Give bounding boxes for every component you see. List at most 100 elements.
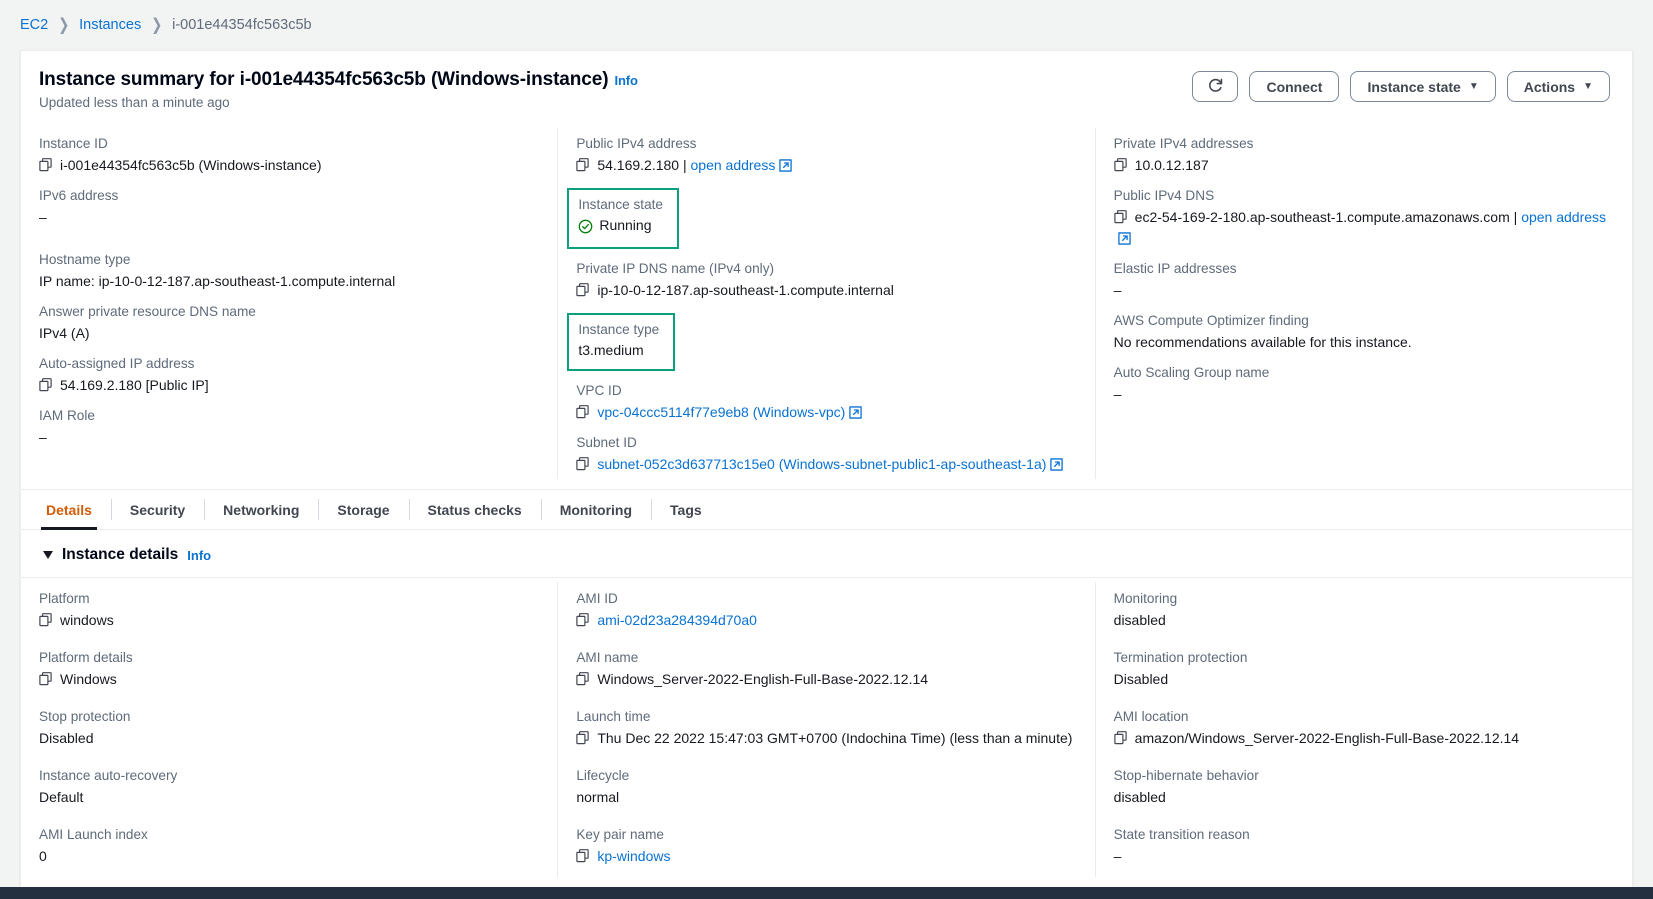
instance-details-grid: Platform windows Platform details Windows St… [21,578,1632,877]
updated-timestamp: Updated less than a minute ago [39,95,230,110]
actions-dropdown[interactable]: Actions ▼ [1506,71,1610,102]
field-label: AMI Launch index [39,827,148,842]
copy-icon[interactable] [576,671,590,686]
copy-icon[interactable] [576,157,590,172]
value-separator: | [679,157,691,173]
field-label: Instance state [578,197,663,212]
open-address-link[interactable]: open address [1521,209,1606,225]
field-detail-ami-location: AMI location amazon/Windows_Server-2022-E… [1114,700,1616,759]
tab-details[interactable]: Details [27,490,111,530]
external-link-icon[interactable] [1117,230,1131,245]
field-value[interactable]: vpc-04ccc5114f77e9eb8 (Windows-vpc) [576,402,1078,423]
field-value-text: – [1113,282,1122,298]
field-detail-ami-launch-index: AMI Launch index 0 [39,818,541,877]
field-value-text: windows [60,612,114,628]
field-summary-instance-type: Instance type t3.medium [567,305,1078,375]
instance-state-dropdown[interactable]: Instance state ▼ [1350,71,1496,102]
field-value-text: Disabled [1113,671,1169,687]
field-value: – [1114,384,1616,405]
footer-strip [0,887,1653,899]
external-link-icon[interactable] [1050,456,1064,471]
collapse-toggle-icon[interactable] [43,551,53,559]
field-value: 10.0.12.187 [1113,155,1616,176]
field-value-text: Default [39,789,84,805]
highlight-box: Instance type t3.medium [567,313,676,371]
actions-dropdown-label: Actions [1523,78,1576,95]
tab-storage[interactable]: Storage [318,490,408,529]
tab-label: Tags [670,501,702,518]
field-value: – [39,207,541,228]
field-value-link[interactable]: vpc-04ccc5114f77e9eb8 (Windows-vpc) [597,404,845,420]
page-title: Instance summary for i-001e44354fc563c5b… [39,69,638,91]
field-label: Subnet ID [576,435,637,450]
tab-networking[interactable]: Networking [204,490,318,529]
field-value-link[interactable]: subnet-052c3d637713c15e0 (Windows-subnet… [597,456,1046,472]
field-detail-lifecycle: Lifecycle normal [576,759,1078,818]
field-value[interactable]: kp-windows [576,846,1078,867]
field-label: Private IPv4 addresses [1113,136,1254,151]
field-detail-ami-id: AMI ID ami-02d23a284394d70a0 [576,582,1078,641]
field-summary-auto-assigned-ip-address: Auto-assigned IP address 54.169.2.180 [Pu… [39,348,541,400]
field-label: Answer private resource DNS name [39,304,256,319]
copy-icon[interactable] [39,612,53,627]
field-label: Public IPv4 DNS [1113,188,1215,203]
field-label: IPv6 address [39,188,119,203]
field-value: Thu Dec 22 2022 15:47:03 GMT+0700 (Indoc… [576,728,1078,749]
summary-column-1: Instance ID i-001e44354fc563c5b (Windows-… [21,128,557,479]
field-value-text: 54.169.2.180 [Public IP] [60,377,209,393]
tab-tags[interactable]: Tags [651,490,721,529]
field-value-link[interactable]: kp-windows [597,848,670,864]
field-value[interactable]: ami-02d23a284394d70a0 [576,610,1078,631]
info-link[interactable]: Info [187,548,211,563]
field-detail-monitoring: Monitoring disabled [1114,582,1616,641]
tab-security[interactable]: Security [110,490,204,529]
field-value-text: Windows_Server-2022-English-Full-Base-20… [597,671,929,687]
external-link-icon[interactable] [779,157,793,172]
breadcrumb-item-instances[interactable]: Instances [79,17,141,33]
field-value: 54.169.2.180 [Public IP] [39,375,541,396]
tab-status-checks[interactable]: Status checks [408,490,541,529]
copy-icon[interactable] [576,730,590,745]
copy-icon[interactable] [576,282,590,297]
field-label: Launch time [576,709,651,724]
refresh-button[interactable] [1192,71,1239,102]
copy-icon[interactable] [1113,730,1128,745]
field-value-link[interactable]: ami-02d23a284394d70a0 [597,612,757,628]
external-link-icon[interactable] [849,404,863,419]
field-value: – [1114,280,1616,301]
field-value: Windows [39,669,541,690]
field-label: Hostname type [39,252,131,267]
field-value: Disabled [39,728,541,749]
copy-icon[interactable] [1113,209,1128,224]
chevron-down-icon: ▼ [1468,80,1479,92]
field-value-text: – [39,209,47,225]
field-value[interactable]: subnet-052c3d637713c15e0 (Windows-subnet… [576,454,1078,475]
field-value: – [39,427,541,448]
section-title: Instance details [62,546,179,563]
field-value-text: 54.169.2.180 [597,157,680,173]
field-value: i-001e44354fc563c5b (Windows-instance) [39,155,541,176]
field-value: disabled [1114,610,1616,631]
copy-icon[interactable] [576,612,590,627]
copy-icon[interactable] [576,404,590,419]
copy-icon[interactable] [576,456,590,471]
field-label: Platform details [39,650,133,665]
field-summary-instance-state: Instance state Running [567,180,1078,253]
field-label: State transition reason [1113,827,1250,842]
tab-monitoring[interactable]: Monitoring [540,490,651,529]
copy-icon[interactable] [39,671,53,686]
copy-icon[interactable] [576,848,590,863]
field-summary-iam-role: IAM Role – [39,400,541,452]
field-label: Key pair name [576,827,664,842]
copy-icon[interactable] [39,377,53,392]
open-address-link[interactable]: open address [691,157,776,173]
field-label: Lifecycle [576,768,630,783]
copy-icon[interactable] [1113,157,1128,172]
field-value-text: – [39,429,47,445]
breadcrumb-item-ec2[interactable]: EC2 [20,17,48,33]
tab-bar: Details Security Networking Storage Status c… [21,489,1632,530]
field-detail-platform-details: Platform details Windows [39,641,541,700]
copy-icon[interactable] [39,157,53,172]
info-link[interactable]: Info [614,73,638,88]
connect-button[interactable]: Connect [1249,71,1340,102]
